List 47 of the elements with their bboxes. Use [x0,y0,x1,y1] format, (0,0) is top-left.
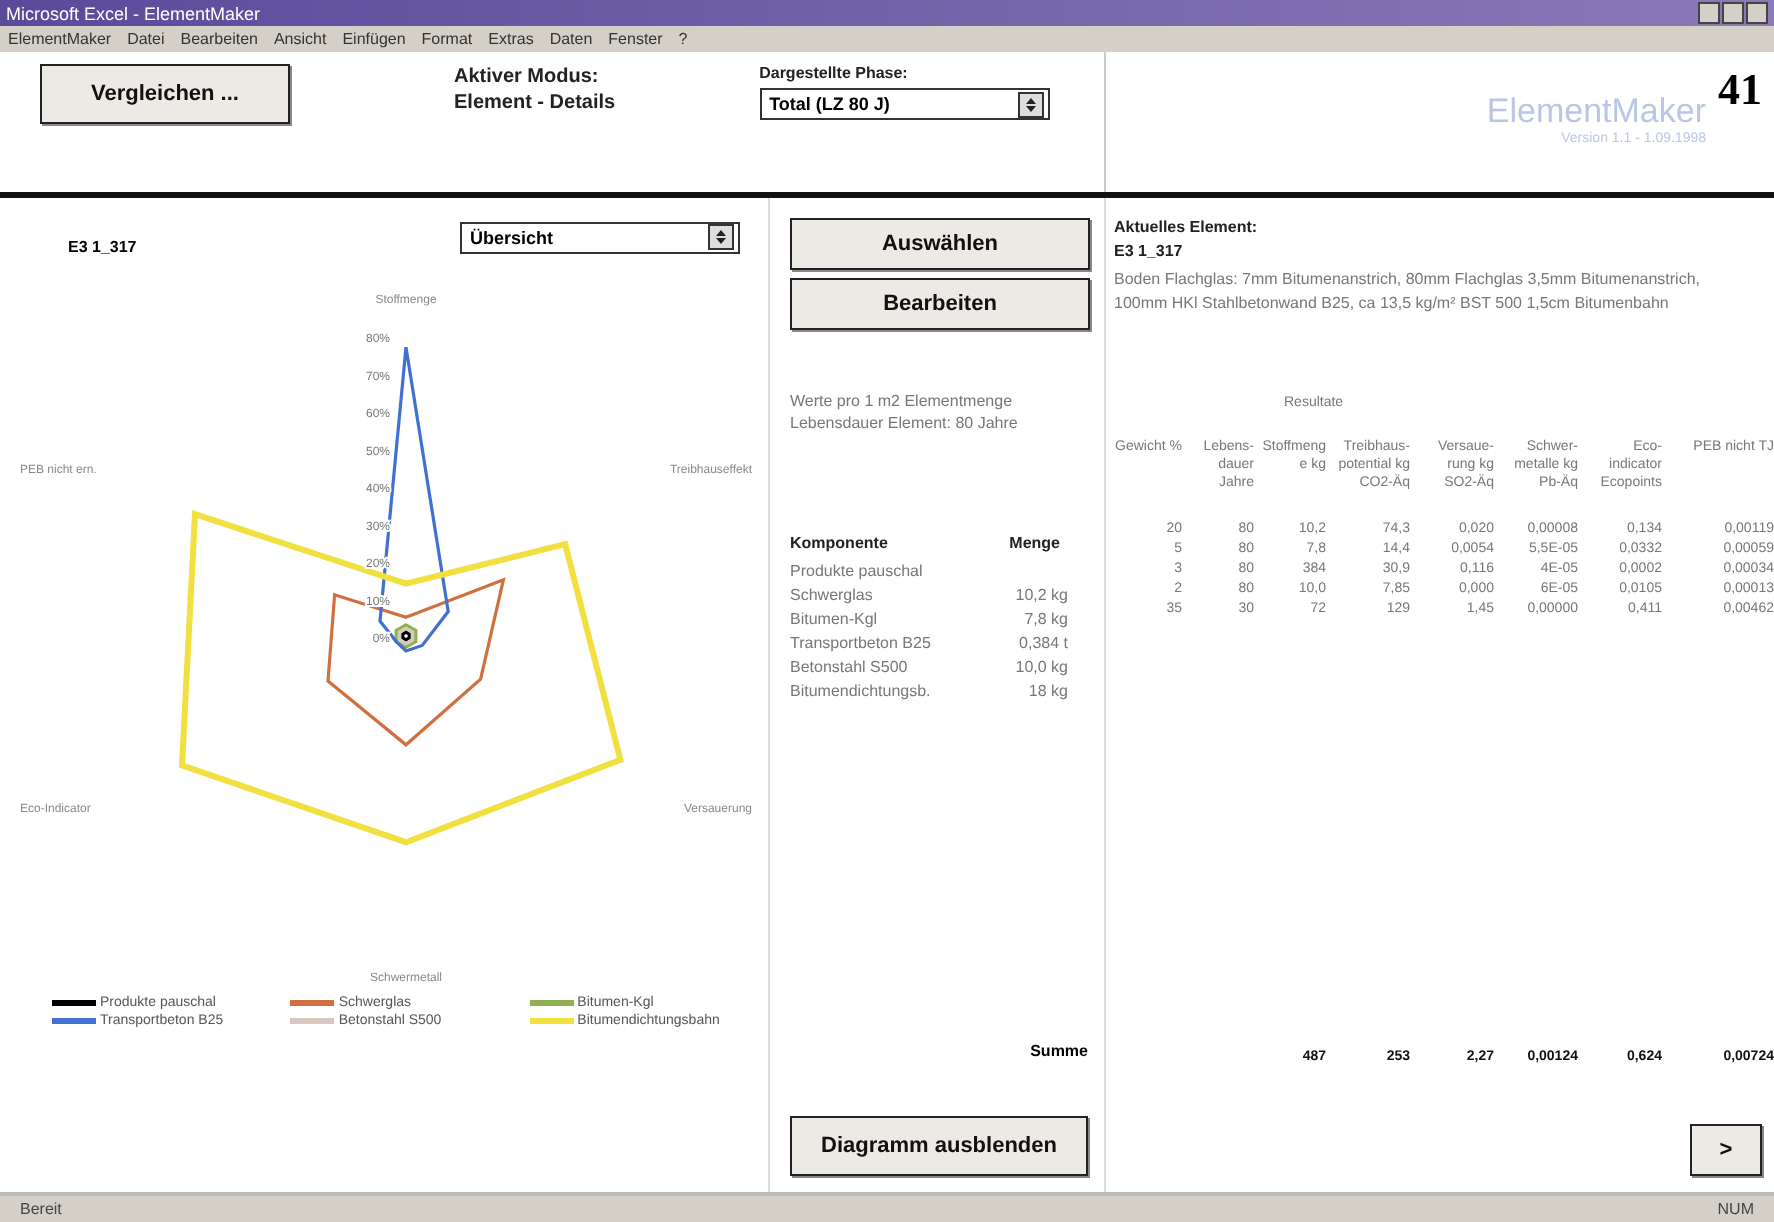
menu-item[interactable]: Format [421,30,473,48]
component-amount: 0,384 t [1019,632,1068,656]
dropdown-icon [1017,91,1044,117]
note-text: Werte pro 1 m2 Elementmenge [790,390,1015,412]
hide-chart-button[interactable]: Diagramm ausblenden [790,1116,1088,1176]
menu-item[interactable]: ? [678,30,688,48]
view-select[interactable]: Übersicht [460,221,740,253]
compare-button[interactable]: Vergleichen ... [40,64,290,124]
menu-item[interactable]: Ansicht [273,30,327,48]
status-indicator: NUM [1717,1200,1754,1218]
menu-item[interactable]: Extras [488,30,534,48]
status-text: Bereit [20,1200,62,1218]
edit-button[interactable]: Bearbeiten [790,278,1090,330]
sum-label: Summe [1030,1042,1088,1060]
menu-item[interactable]: Fenster [608,30,663,48]
window-title: Microsoft Excel - ElementMaker [6,3,261,23]
chart-title: E3 1_317 [68,238,137,256]
mode-value: Element - Details [454,90,616,116]
component-amount: 7,8 kg [1024,608,1068,632]
app-logo: ElementMaker [1486,92,1706,131]
element-id: E3 1_317 [1114,242,1185,260]
element-label: Aktuelles Element: [1114,218,1260,236]
menu-item[interactable]: Datei [127,30,165,48]
component-amount: 10,2 kg [1015,584,1068,608]
component-name: Transportbeton B25 [790,632,931,656]
component-name: Bitumen-Kgl [790,608,878,632]
phase-label: Dargestellte Phase: [759,64,910,82]
mode-label: Aktiver Modus: [454,64,601,90]
dropdown-icon [708,224,734,250]
page-number: 41 [1718,64,1762,116]
column-header: Menge [1009,534,1060,552]
menu-item[interactable]: Daten [549,30,593,48]
component-amount: 18 kg [1028,680,1068,704]
menu-item[interactable]: Einfügen [342,30,406,48]
menu-item[interactable]: ElementMaker [8,30,112,48]
phase-select[interactable]: Total (LZ 80 J) [759,88,1050,120]
component-name: Betonstahl S500 [790,656,908,680]
component-amount: 10,0 kg [1015,656,1068,680]
component-name: Bitumendichtungsb. [790,680,931,704]
note-text: Lebensdauer Element: 80 Jahre [790,412,1020,434]
select-button[interactable]: Auswählen [790,218,1090,270]
menu-item[interactable]: Bearbeiten [180,30,258,48]
column-header: Komponente [790,534,888,552]
element-description: Boden Flachglas: 7mm Bitumenanstrich, 80mm Flachglas 3,5mm Bitumenanstrich, 100mm HKl Stahlbetonwand B25, ca 13,5 kg/m² BST 500 1,5cm Bitumenbahn [1114,268,1703,316]
component-name: Schwerglas [790,584,873,608]
next-button[interactable]: > [1690,1124,1762,1176]
component-name: Produkte pauschal [790,560,923,584]
